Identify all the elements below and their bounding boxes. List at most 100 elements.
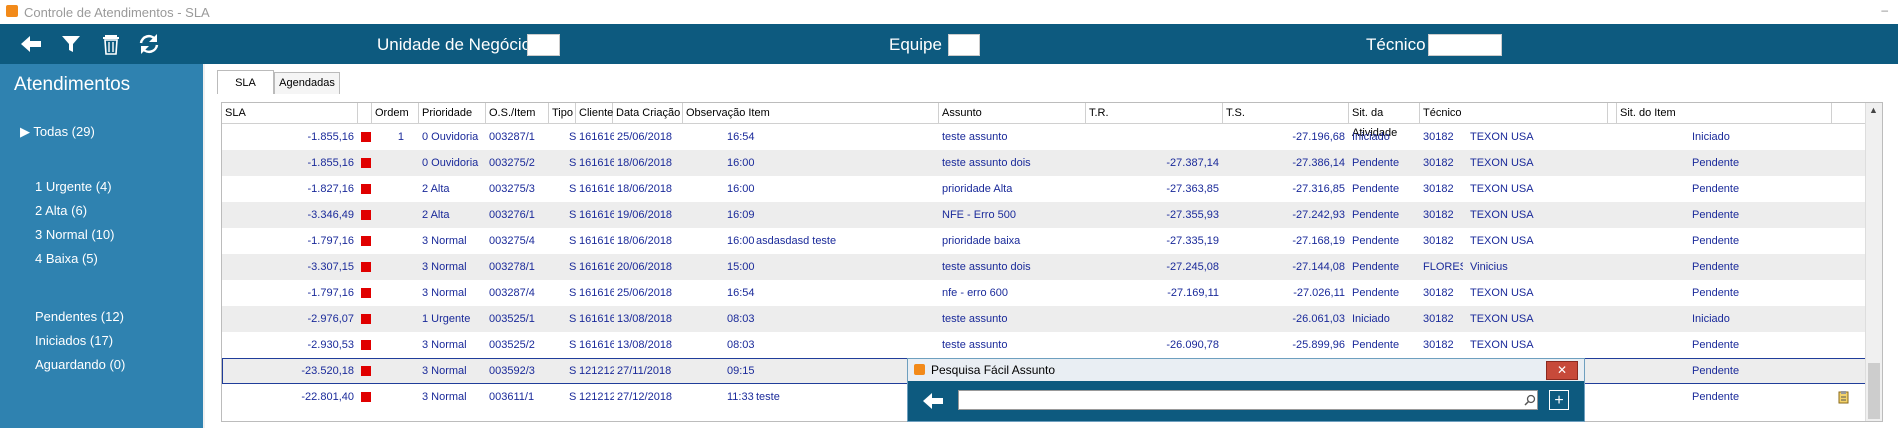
refresh-icon[interactable] (136, 32, 162, 56)
cell-ts: -27.316,85 (1292, 183, 1345, 195)
equipe-label: Equipe (889, 35, 942, 54)
cell-hora: 16:09 (727, 209, 755, 221)
back-arrow-icon[interactable] (18, 32, 44, 56)
col-tecnico-header[interactable]: Técnico (1420, 103, 1608, 123)
cell-sit-ativ: Pendente (1352, 209, 1400, 221)
col-marker-header[interactable] (358, 103, 372, 123)
col-sit-item-header[interactable]: Sit. do Item (1617, 103, 1832, 123)
cell-tec-nome: Vinicius (1470, 261, 1508, 273)
cell-obs (756, 332, 938, 358)
cell-tec-cod: 30182 (1423, 131, 1454, 143)
close-button[interactable]: ✕ (1546, 361, 1578, 380)
cell-tec-cod: 30182 (1423, 235, 1454, 247)
sla-overdue-marker (361, 392, 371, 402)
sidebar-item-aguardando[interactable]: Aguardando (0) (35, 357, 125, 372)
cell-tipo: S (569, 365, 577, 377)
cell-cliente: 161616 (579, 313, 614, 325)
table-row[interactable]: -1.797,16 3 Normal 003275/4 S 161616 18/06/20… (222, 228, 1882, 254)
sidebar-item-todas[interactable]: ▶ Todas (29) (20, 124, 95, 140)
col-ordem-header[interactable]: Ordem (372, 103, 419, 123)
cell-tipo: S (569, 131, 577, 143)
cell-obs (756, 254, 938, 280)
cell-cliente: 161616 (579, 157, 614, 169)
cell-data: 27/12/2018 (617, 391, 673, 403)
table-row[interactable]: -3.307,15 3 Normal 003278/1 S 161616 20/06/20… (222, 254, 1882, 280)
sidebar-item-iniciados[interactable]: Iniciados (17) (35, 333, 113, 348)
equipe-input[interactable] (948, 34, 980, 56)
cell-data: 19/06/2018 (617, 209, 673, 221)
col-blank-header[interactable] (1608, 103, 1617, 123)
cell-prioridade: 3 Normal (422, 261, 467, 273)
col-os-header[interactable]: O.S./Item (486, 103, 549, 123)
cell-tipo: S (569, 339, 577, 351)
col-tr-header[interactable]: T.R. (1086, 103, 1223, 123)
cell-sit-ativ: Pendente (1352, 261, 1400, 273)
back-arrow-icon[interactable] (920, 389, 946, 413)
cell-assunto: nfe - erro 600 (942, 287, 1009, 299)
col-tipo-header[interactable]: Tipo (549, 103, 576, 123)
cell-tec-nome: TEXON USA (1470, 313, 1534, 325)
table-row[interactable]: -2.930,53 3 Normal 003525/2 S 161616 13/08/20… (222, 332, 1882, 358)
cell-prioridade: 0 Ouvidoria (422, 131, 479, 143)
app-icon (914, 364, 925, 375)
search-input[interactable] (958, 390, 1538, 410)
vertical-scrollbar[interactable]: ▲ (1865, 103, 1882, 421)
tab-agendadas[interactable]: Agendadas (274, 72, 340, 94)
tab-sla[interactable]: SLA (217, 70, 274, 94)
cell-ordem (372, 306, 404, 332)
cell-tipo: S (569, 391, 577, 403)
sidebar-item-urgente[interactable]: 1 Urgente (4) (35, 179, 112, 194)
col-sit-ativ-header[interactable]: Sit. da Atividade (1349, 103, 1420, 139)
trash-icon[interactable] (98, 32, 124, 56)
col-sla-header[interactable]: SLA (222, 103, 358, 123)
scroll-up-icon[interactable]: ▲ (1869, 105, 1878, 115)
unidade-input[interactable] (527, 34, 560, 56)
col-prioridade-header[interactable]: Prioridade (419, 103, 486, 123)
cell-os: 003275/3 (489, 183, 535, 195)
search-icon[interactable] (1524, 394, 1536, 406)
cell-obs (756, 280, 938, 306)
cell-sit-ativ: Iniciado (1352, 131, 1390, 143)
col-assunto-header[interactable]: Assunto (939, 103, 1086, 123)
cell-ordem (372, 254, 404, 280)
cell-prioridade: 3 Normal (422, 365, 467, 377)
cell-ts: -27.386,14 (1292, 157, 1345, 169)
cell-os: 003275/2 (489, 157, 535, 169)
tecnico-input[interactable] (1428, 34, 1502, 56)
sla-overdue-marker (361, 262, 371, 272)
cell-ordem (372, 332, 404, 358)
cell-os: 003592/3 (489, 365, 535, 377)
minimize-icon[interactable]: – (1881, 3, 1888, 17)
cell-sla: -3.307,15 (307, 261, 354, 273)
cell-tec-nome: TEXON USA (1470, 339, 1534, 351)
col-data-header[interactable]: Data Criação (613, 103, 683, 123)
scrollbar-thumb[interactable] (1868, 363, 1880, 419)
grid-header: SLA Ordem Prioridade O.S./Item Tipo Cliente Da… (222, 103, 1882, 139)
cell-tec-nome: TEXON USA (1470, 183, 1534, 195)
cell-hora: 15:00 (727, 261, 755, 273)
sidebar-item-normal[interactable]: 3 Normal (10) (35, 227, 114, 242)
cell-tipo: S (569, 183, 577, 195)
col-cliente-header[interactable]: Cliente (576, 103, 613, 123)
cell-assunto: NFE - Erro 500 (942, 209, 1016, 221)
cell-prioridade: 3 Normal (422, 287, 467, 299)
table-row[interactable]: -3.346,49 2 Alta 003276/1 S 161616 19/06/2018… (222, 202, 1882, 228)
sidebar-item-alta[interactable]: 2 Alta (6) (35, 203, 87, 218)
add-button[interactable]: + (1549, 390, 1569, 410)
filter-icon[interactable] (58, 32, 84, 56)
sidebar-item-pendentes[interactable]: Pendentes (12) (35, 309, 124, 324)
cell-hora: 16:00 (727, 157, 755, 169)
search-dialog: Pesquisa Fácil Assunto ✕ + (907, 358, 1585, 422)
table-row[interactable]: -1.797,16 3 Normal 003287/4 S 161616 25/06/20… (222, 280, 1882, 306)
col-ts-header[interactable]: T.S. (1223, 103, 1349, 123)
table-row[interactable]: -1.827,16 2 Alta 003275/3 S 161616 18/06/2018… (222, 176, 1882, 202)
sla-overdue-marker (361, 314, 371, 324)
table-row[interactable]: -1.855,16 0 Ouvidoria 003275/2 S 161616 18/06… (222, 150, 1882, 176)
sidebar-item-baixa[interactable]: 4 Baixa (5) (35, 251, 98, 266)
clipboard-icon[interactable] (1837, 390, 1851, 404)
col-obs-header[interactable]: Observação Item (683, 103, 939, 123)
table-row[interactable]: -1.855,16 1 0 Ouvidoria 003287/1 S 161616 25/0… (222, 124, 1882, 150)
table-row[interactable]: -2.976,07 1 Urgente 003525/1 S 161616 13/08/2… (222, 306, 1882, 332)
cell-ordem: 1 (397, 131, 404, 143)
cell-cliente: 161616 (579, 209, 614, 221)
